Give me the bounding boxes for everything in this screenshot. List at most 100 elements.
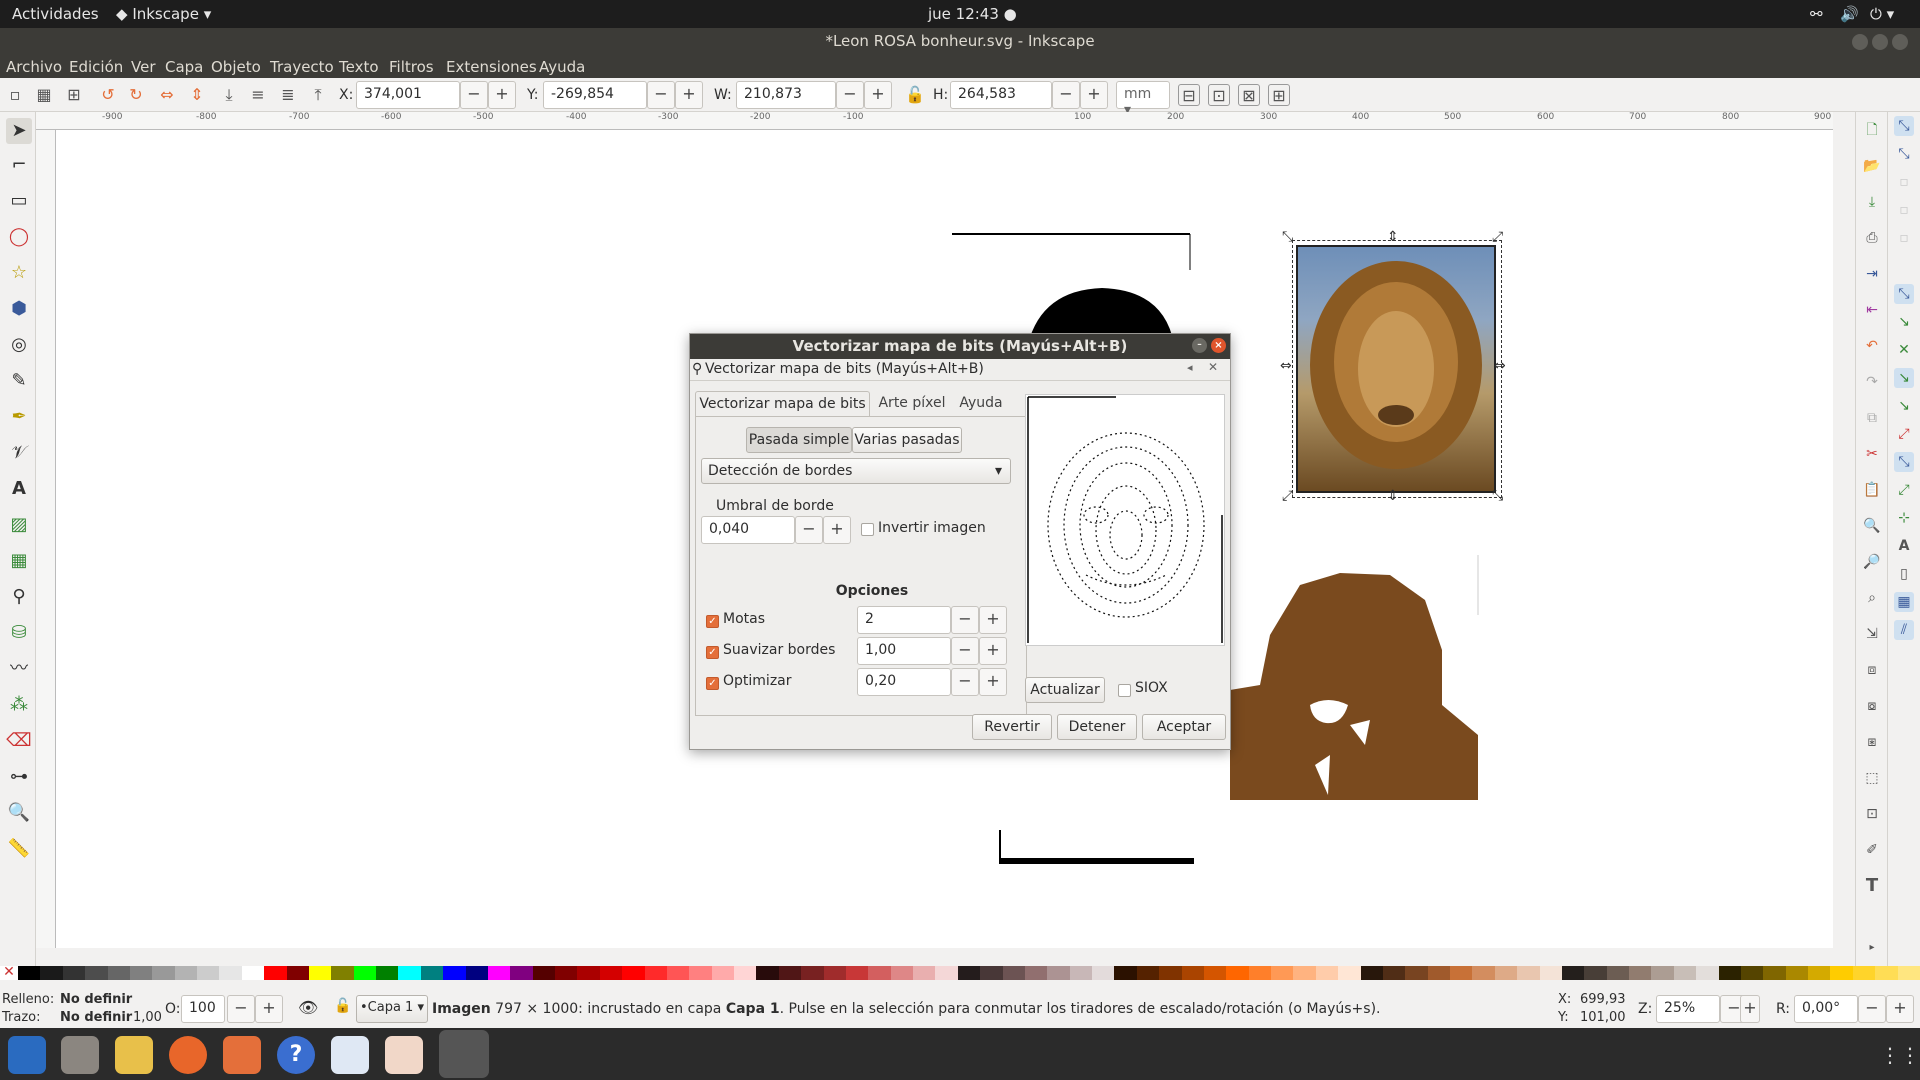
pencil-tool-icon[interactable]: ✎ bbox=[6, 368, 32, 394]
app-grid-icon[interactable]: ⋮⋮ bbox=[1880, 1044, 1920, 1066]
node-tool-icon[interactable]: ⌐ bbox=[6, 152, 32, 178]
speckles-checkbox[interactable]: ✓ bbox=[706, 615, 719, 628]
lower-to-bottom-icon[interactable]: ⤓ bbox=[218, 84, 240, 106]
h-field[interactable]: 264,583 bbox=[950, 81, 1052, 109]
snap-others-icon[interactable]: ⤡ bbox=[1894, 452, 1914, 472]
color-swatch[interactable] bbox=[1450, 966, 1473, 980]
color-swatch[interactable] bbox=[40, 966, 63, 980]
scale-corners-icon[interactable]: ⊡ bbox=[1208, 84, 1230, 106]
snap-cusp-nodes-icon[interactable]: ↘ bbox=[1894, 368, 1914, 388]
color-swatch[interactable] bbox=[1606, 966, 1629, 980]
opacity-increment-button[interactable]: + bbox=[255, 995, 283, 1023]
print-icon[interactable]: ⎙ bbox=[1862, 228, 1882, 248]
paint-bucket-tool-icon[interactable]: ⛁ bbox=[6, 620, 32, 646]
tab-trace-bitmap[interactable]: Vectorizar mapa de bits bbox=[695, 391, 870, 417]
color-swatch[interactable] bbox=[1136, 966, 1160, 980]
firefox-icon[interactable] bbox=[169, 1036, 207, 1074]
power-icon[interactable]: ⏻ ▾ bbox=[1870, 5, 1894, 23]
color-swatch[interactable] bbox=[1539, 966, 1562, 980]
lock-layer-icon[interactable]: 🔓 bbox=[334, 998, 351, 1014]
resize-handle-s-icon[interactable]: ⇕ bbox=[1387, 488, 1399, 504]
maximize-button[interactable] bbox=[1872, 34, 1888, 50]
scale-stroke-icon[interactable]: ⊟ bbox=[1178, 84, 1200, 106]
color-swatch[interactable] bbox=[890, 966, 913, 980]
raise-to-top-icon[interactable]: ⤒ bbox=[307, 84, 329, 106]
star-tool-icon[interactable]: ☆ bbox=[6, 260, 32, 286]
color-swatch[interactable] bbox=[778, 966, 802, 980]
ellipse-tool-icon[interactable]: ◯ bbox=[6, 224, 32, 250]
color-swatch[interactable] bbox=[152, 966, 175, 980]
smooth-increment-button[interactable]: + bbox=[979, 637, 1007, 665]
resize-handle-sw-icon[interactable]: ⤢ bbox=[1282, 488, 1293, 504]
pen-tool-icon[interactable]: ✒ bbox=[6, 404, 32, 430]
help-icon[interactable]: ? bbox=[277, 1036, 315, 1074]
color-swatch[interactable] bbox=[1405, 966, 1428, 980]
selector-tool-icon[interactable]: ➤ bbox=[6, 118, 32, 144]
smooth-corners-field[interactable]: 1,00 bbox=[857, 637, 951, 665]
spray-tool-icon[interactable]: ⁂ bbox=[6, 692, 32, 718]
color-swatch[interactable] bbox=[398, 966, 421, 980]
menu-ver[interactable]: Ver bbox=[131, 58, 156, 76]
spiral-tool-icon[interactable]: ◎ bbox=[6, 332, 32, 358]
ungroup-icon[interactable]: ⊡ bbox=[1862, 804, 1882, 824]
multiple-pass-tab[interactable]: Varias pasadas bbox=[852, 427, 962, 453]
color-swatch[interactable] bbox=[1047, 966, 1070, 980]
color-swatch[interactable] bbox=[1069, 966, 1092, 980]
resize-handle-nw-icon[interactable]: ⤡ bbox=[1282, 229, 1293, 245]
text-font-icon[interactable]: T bbox=[1862, 876, 1882, 896]
inkscape-icon[interactable] bbox=[439, 1030, 489, 1078]
mesh-tool-icon[interactable]: ▦ bbox=[6, 548, 32, 574]
color-swatch[interactable] bbox=[1159, 966, 1182, 980]
color-swatch[interactable] bbox=[689, 966, 712, 980]
impress-icon[interactable] bbox=[385, 1036, 423, 1074]
network-icon[interactable]: ⚯ bbox=[1810, 5, 1823, 23]
h-decrement-button[interactable]: − bbox=[1052, 81, 1080, 109]
raise-icon[interactable]: ≣ bbox=[277, 84, 299, 106]
color-swatch[interactable] bbox=[734, 966, 757, 980]
vertical-ruler[interactable] bbox=[36, 130, 56, 948]
color-swatch[interactable] bbox=[801, 966, 824, 980]
undo-icon[interactable]: ↶ bbox=[1862, 336, 1882, 356]
color-swatch[interactable] bbox=[980, 966, 1003, 980]
opacity-decrement-button[interactable]: − bbox=[227, 995, 255, 1023]
color-swatch[interactable] bbox=[1673, 966, 1697, 980]
transform-patterns-icon[interactable]: ⊞ bbox=[1268, 84, 1290, 106]
color-swatch[interactable] bbox=[286, 966, 309, 980]
color-swatch[interactable] bbox=[1785, 966, 1808, 980]
color-swatch[interactable] bbox=[644, 966, 667, 980]
color-swatch[interactable] bbox=[420, 966, 444, 980]
color-swatch[interactable] bbox=[845, 966, 869, 980]
w-increment-button[interactable]: + bbox=[864, 81, 892, 109]
rotate-cw-icon[interactable]: ↻ bbox=[125, 84, 147, 106]
snap-bbox-midpoints-icon[interactable]: ▫ bbox=[1894, 228, 1914, 248]
resize-handle-n-icon[interactable]: ⇕ bbox=[1387, 229, 1399, 245]
3d-box-tool-icon[interactable]: ⬢ bbox=[6, 296, 32, 322]
color-swatch[interactable] bbox=[599, 966, 623, 980]
color-swatch[interactable] bbox=[1203, 966, 1227, 980]
tab-help[interactable]: Ayuda bbox=[953, 391, 1009, 417]
eraser-tool-icon[interactable]: ⌫ bbox=[6, 728, 32, 754]
fill-value[interactable]: No definir bbox=[60, 992, 132, 1007]
snap-bbox-corners-icon[interactable]: ▫ bbox=[1894, 200, 1914, 220]
x-decrement-button[interactable]: − bbox=[460, 81, 488, 109]
speckles-increment-button[interactable]: + bbox=[979, 606, 1007, 634]
color-swatch[interactable] bbox=[957, 966, 981, 980]
color-swatch[interactable] bbox=[18, 966, 41, 980]
optimize-checkbox[interactable]: ✓ bbox=[706, 677, 719, 690]
color-swatch[interactable] bbox=[129, 966, 153, 980]
open-icon[interactable]: 📂 bbox=[1862, 156, 1882, 176]
x-increment-button[interactable]: + bbox=[488, 81, 516, 109]
snap-rotation-center-icon[interactable]: ⊹ bbox=[1894, 508, 1914, 528]
more-commands-icon[interactable]: ▸ bbox=[1862, 938, 1882, 958]
color-swatch[interactable] bbox=[1472, 966, 1495, 980]
thunderbird-icon[interactable] bbox=[8, 1036, 46, 1074]
resize-handle-e-icon[interactable]: ⇔ bbox=[1494, 358, 1506, 374]
group-icon[interactable]: ⬚ bbox=[1862, 768, 1882, 788]
save-icon[interactable]: ⤓ bbox=[1862, 192, 1882, 212]
snap-bbox-edges-icon[interactable]: ▫ bbox=[1894, 172, 1914, 192]
color-swatch[interactable] bbox=[711, 966, 734, 980]
traced-brown-image[interactable] bbox=[1230, 555, 1480, 800]
color-swatch[interactable] bbox=[241, 966, 265, 980]
snap-centers-icon[interactable]: ⤢ bbox=[1894, 480, 1914, 500]
menu-texto[interactable]: Texto bbox=[339, 58, 379, 76]
